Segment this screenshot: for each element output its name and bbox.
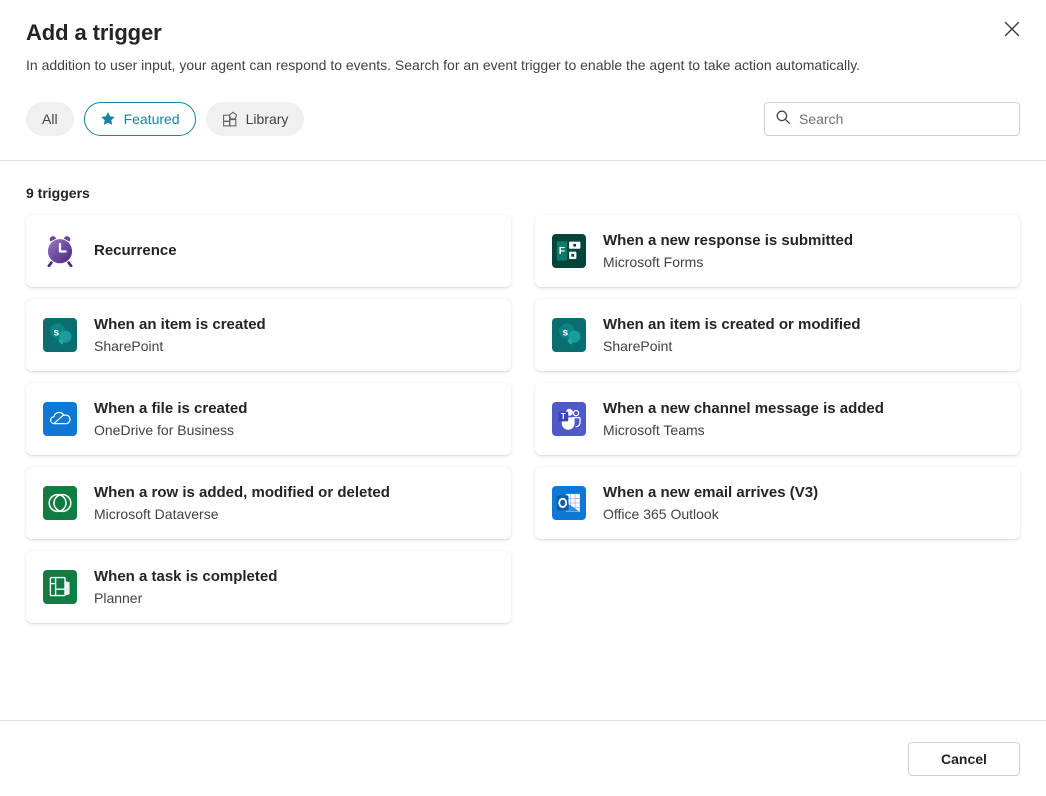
recurrence-alarm-clock-icon xyxy=(42,233,78,269)
onedrive-icon xyxy=(42,401,78,437)
sharepoint-icon: s xyxy=(551,317,587,353)
trigger-connector: OneDrive for Business xyxy=(94,421,247,440)
trigger-connector: Office 365 Outlook xyxy=(603,505,818,524)
trigger-card-text: When a new channel message is added Micr… xyxy=(603,399,884,440)
trigger-title: When an item is created or modified xyxy=(603,315,861,335)
filter-chip-featured-label: Featured xyxy=(124,112,180,126)
star-icon xyxy=(100,111,117,128)
trigger-grid: Recurrence F When a xyxy=(26,215,1020,623)
dialog-header: Add a trigger In addition to user input,… xyxy=(0,0,1046,76)
filter-chip-library-label: Library xyxy=(246,112,289,126)
close-button[interactable] xyxy=(996,14,1028,46)
trigger-card-sharepoint-item-created-or-modified[interactable]: s When an item is created or modified Sh… xyxy=(535,299,1020,371)
trigger-card-sharepoint-item-created[interactable]: s When an item is created SharePoint xyxy=(26,299,511,371)
trigger-title: When a row is added, modified or deleted xyxy=(94,483,390,503)
trigger-title: When a file is created xyxy=(94,399,247,419)
trigger-card-text: When an item is created SharePoint xyxy=(94,315,266,356)
trigger-card-recurrence[interactable]: Recurrence xyxy=(26,215,511,287)
filter-bar: All Featured xyxy=(0,102,1046,136)
trigger-card-text: When a row is added, modified or deleted… xyxy=(94,483,390,524)
trigger-card-text: When a task is completed Planner xyxy=(94,567,277,608)
filter-chip-all-label: All xyxy=(42,112,58,126)
outlook-icon xyxy=(551,485,587,521)
svg-text:s: s xyxy=(53,326,59,338)
trigger-connector: Microsoft Teams xyxy=(603,421,884,440)
search-box[interactable] xyxy=(764,102,1020,136)
svg-text:F: F xyxy=(559,245,566,257)
trigger-card-text: When a new email arrives (V3) Office 365… xyxy=(603,483,818,524)
page-title: Add a trigger xyxy=(26,18,1020,48)
sharepoint-icon: s xyxy=(42,317,78,353)
dialog-subtitle: In addition to user input, your agent ca… xyxy=(26,55,931,76)
trigger-title: When a new email arrives (V3) xyxy=(603,483,818,503)
trigger-card-onedrive-file-created[interactable]: When a file is created OneDrive for Busi… xyxy=(26,383,511,455)
trigger-card-planner-task-completed[interactable]: When a task is completed Planner xyxy=(26,551,511,623)
trigger-connector: Planner xyxy=(94,589,277,608)
library-grid-icon xyxy=(222,111,239,128)
search-input[interactable] xyxy=(799,111,1009,127)
filter-chip-library[interactable]: Library xyxy=(206,102,305,136)
trigger-card-text: When a new response is submitted Microso… xyxy=(603,231,853,272)
search-icon xyxy=(775,109,791,130)
trigger-card-text: When an item is created or modified Shar… xyxy=(603,315,861,356)
trigger-connector: Microsoft Dataverse xyxy=(94,505,390,524)
trigger-card-outlook-new-email[interactable]: When a new email arrives (V3) Office 365… xyxy=(535,467,1020,539)
trigger-title: When a new response is submitted xyxy=(603,231,853,251)
dialog-footer: Cancel xyxy=(0,720,1046,796)
close-icon xyxy=(1004,21,1020,40)
planner-icon xyxy=(42,569,78,605)
trigger-title: Recurrence xyxy=(94,241,177,261)
trigger-count-label: 9 triggers xyxy=(26,185,1020,201)
trigger-connector: SharePoint xyxy=(94,337,266,356)
trigger-list-region: 9 triggers xyxy=(0,161,1046,720)
cancel-button[interactable]: Cancel xyxy=(908,742,1020,776)
svg-text:s: s xyxy=(562,326,568,338)
trigger-title: When a task is completed xyxy=(94,567,277,587)
filter-chip-featured[interactable]: Featured xyxy=(84,102,196,136)
trigger-title: When an item is created xyxy=(94,315,266,335)
trigger-connector: SharePoint xyxy=(603,337,861,356)
trigger-card-teams-channel-message[interactable]: T When a new channel message is added Mi… xyxy=(535,383,1020,455)
filter-chip-all[interactable]: All xyxy=(26,102,74,136)
add-trigger-dialog: Add a trigger In addition to user input,… xyxy=(0,0,1046,796)
svg-text:T: T xyxy=(561,411,567,421)
microsoft-dataverse-icon xyxy=(42,485,78,521)
microsoft-forms-icon: F xyxy=(551,233,587,269)
trigger-connector: Microsoft Forms xyxy=(603,253,853,272)
trigger-card-forms-new-response[interactable]: F When a new response is submitted Micro… xyxy=(535,215,1020,287)
trigger-card-dataverse-row-changed[interactable]: When a row is added, modified or deleted… xyxy=(26,467,511,539)
microsoft-teams-icon: T xyxy=(551,401,587,437)
trigger-card-text: Recurrence xyxy=(94,241,177,261)
filter-chip-group: All Featured xyxy=(26,102,304,136)
trigger-title: When a new channel message is added xyxy=(603,399,884,419)
trigger-card-text: When a file is created OneDrive for Busi… xyxy=(94,399,247,440)
